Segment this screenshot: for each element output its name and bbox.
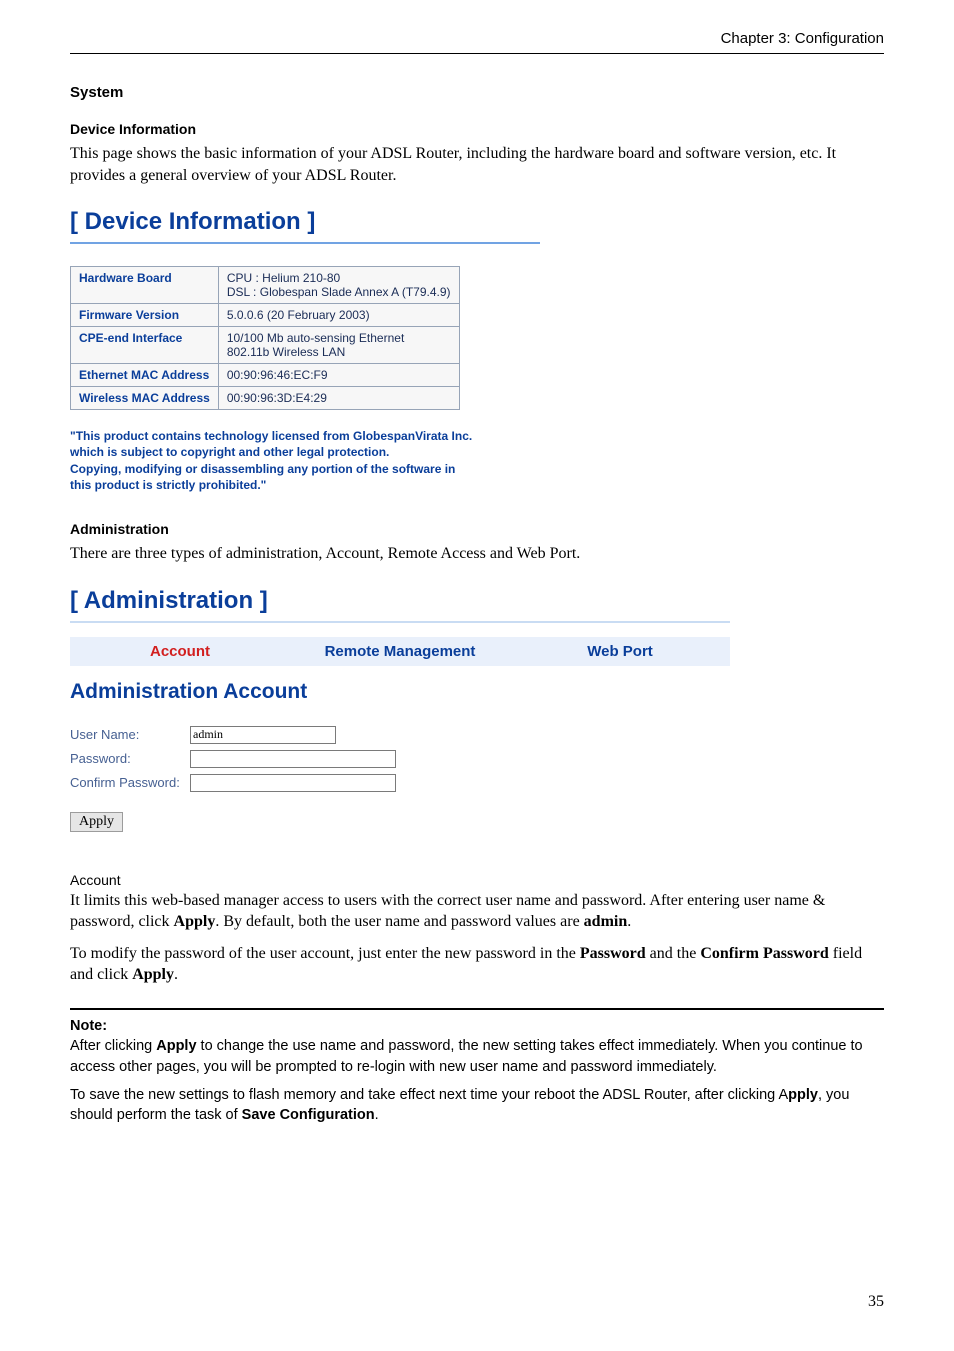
table-row: Wireless MAC Address 00:90:96:3D:E4:29 xyxy=(71,387,460,410)
text-segment: . xyxy=(174,966,178,983)
bold-admin: admin xyxy=(584,913,628,930)
bold-apply: Apply xyxy=(174,913,216,930)
account-subheading: Account xyxy=(70,872,884,888)
note-block: Note: After clicking Apply to change the… xyxy=(70,1016,884,1125)
hardware-board-value: CPU : Helium 210-80 DSL : Globespan Slad… xyxy=(218,267,459,304)
bold-confirm-password: Confirm Password xyxy=(700,945,828,962)
cpe-label: CPE-end Interface xyxy=(71,327,219,364)
form-row-password: Password: xyxy=(70,750,884,768)
cpe-wireless: 802.11b Wireless LAN xyxy=(227,345,346,359)
eth-mac-value: 00:90:96:46:EC:F9 xyxy=(218,364,459,387)
text-segment: After clicking xyxy=(70,1038,156,1054)
account-paragraph-2: To modify the password of the user accou… xyxy=(70,943,884,986)
note-label: Note: xyxy=(70,1018,107,1034)
hardware-board-dsl: DSL : Globespan Slade Annex A (T79.4.9) xyxy=(227,285,451,299)
apply-button[interactable]: Apply xyxy=(70,812,123,832)
form-row-confirm-password: Confirm Password: xyxy=(70,774,884,792)
tab-account[interactable]: Account xyxy=(70,637,290,666)
text-segment: . By default, both the user name and pas… xyxy=(215,913,583,930)
eth-mac-label: Ethernet MAC Address xyxy=(71,364,219,387)
confirm-password-label: Confirm Password: xyxy=(70,775,190,790)
administration-panel-title: [ Administration ] xyxy=(70,587,884,619)
text-segment: . xyxy=(627,913,631,930)
username-label: User Name: xyxy=(70,727,190,742)
device-info-heading: Device Information xyxy=(70,121,884,137)
device-info-rule xyxy=(70,242,540,244)
administration-heading: Administration xyxy=(70,521,884,537)
confirm-password-input[interactable] xyxy=(190,774,396,792)
account-paragraph-1: It limits this web-based manager access … xyxy=(70,890,884,933)
cpe-ethernet: 10/100 Mb auto-sensing Ethernet xyxy=(227,331,404,345)
table-row: Firmware Version 5.0.0.6 (20 February 20… xyxy=(71,304,460,327)
legal-line-3: Copying, modifying or disassembling any … xyxy=(70,462,455,476)
bold-pply: pply xyxy=(788,1087,818,1103)
chapter-header: Chapter 3: Configuration xyxy=(70,30,884,54)
cpe-value: 10/100 Mb auto-sensing Ethernet 802.11b … xyxy=(218,327,459,364)
table-row: CPE-end Interface 10/100 Mb auto-sensing… xyxy=(71,327,460,364)
bold-apply: Apply xyxy=(156,1038,196,1054)
firmware-label: Firmware Version xyxy=(71,304,219,327)
system-heading: System xyxy=(70,84,884,101)
hardware-board-cpu: CPU : Helium 210-80 xyxy=(227,271,340,285)
legal-line-1: "This product contains technology licens… xyxy=(70,429,472,443)
form-row-username: User Name: xyxy=(70,726,884,744)
bold-apply: Apply xyxy=(132,966,174,983)
text-segment: To modify the password of the user accou… xyxy=(70,945,580,962)
note-rule xyxy=(70,1008,884,1016)
password-label: Password: xyxy=(70,751,190,766)
device-info-table: Hardware Board CPU : Helium 210-80 DSL :… xyxy=(70,266,460,410)
firmware-value: 5.0.0.6 (20 February 2003) xyxy=(218,304,459,327)
administration-rule xyxy=(70,621,730,623)
administration-text: There are three types of administration,… xyxy=(70,543,884,565)
legal-line-4: this product is strictly prohibited." xyxy=(70,478,266,492)
password-input[interactable] xyxy=(190,750,396,768)
tab-remote-management[interactable]: Remote Management xyxy=(290,637,510,666)
hardware-board-label: Hardware Board xyxy=(71,267,219,304)
table-row: Ethernet MAC Address 00:90:96:46:EC:F9 xyxy=(71,364,460,387)
text-segment: To save the new settings to flash memory… xyxy=(70,1087,788,1103)
legal-notice: "This product contains technology licens… xyxy=(70,428,884,493)
tab-web-port[interactable]: Web Port xyxy=(510,637,730,666)
username-input[interactable] xyxy=(190,726,336,744)
bold-password: Password xyxy=(580,945,646,962)
text-segment: and the xyxy=(646,945,701,962)
device-info-panel-title: [ Device Information ] xyxy=(70,208,884,240)
wl-mac-label: Wireless MAC Address xyxy=(71,387,219,410)
text-segment: . xyxy=(375,1107,379,1123)
device-info-text: This page shows the basic information of… xyxy=(70,143,884,186)
administration-account-subtitle: Administration Account xyxy=(70,680,884,704)
wl-mac-value: 00:90:96:3D:E4:29 xyxy=(218,387,459,410)
admin-tab-bar: Account Remote Management Web Port xyxy=(70,637,730,666)
table-row: Hardware Board CPU : Helium 210-80 DSL :… xyxy=(71,267,460,304)
bold-save-configuration: Save Configuration xyxy=(242,1107,375,1123)
legal-line-2: which is subject to copyright and other … xyxy=(70,445,389,459)
page-number: 35 xyxy=(868,1293,884,1311)
